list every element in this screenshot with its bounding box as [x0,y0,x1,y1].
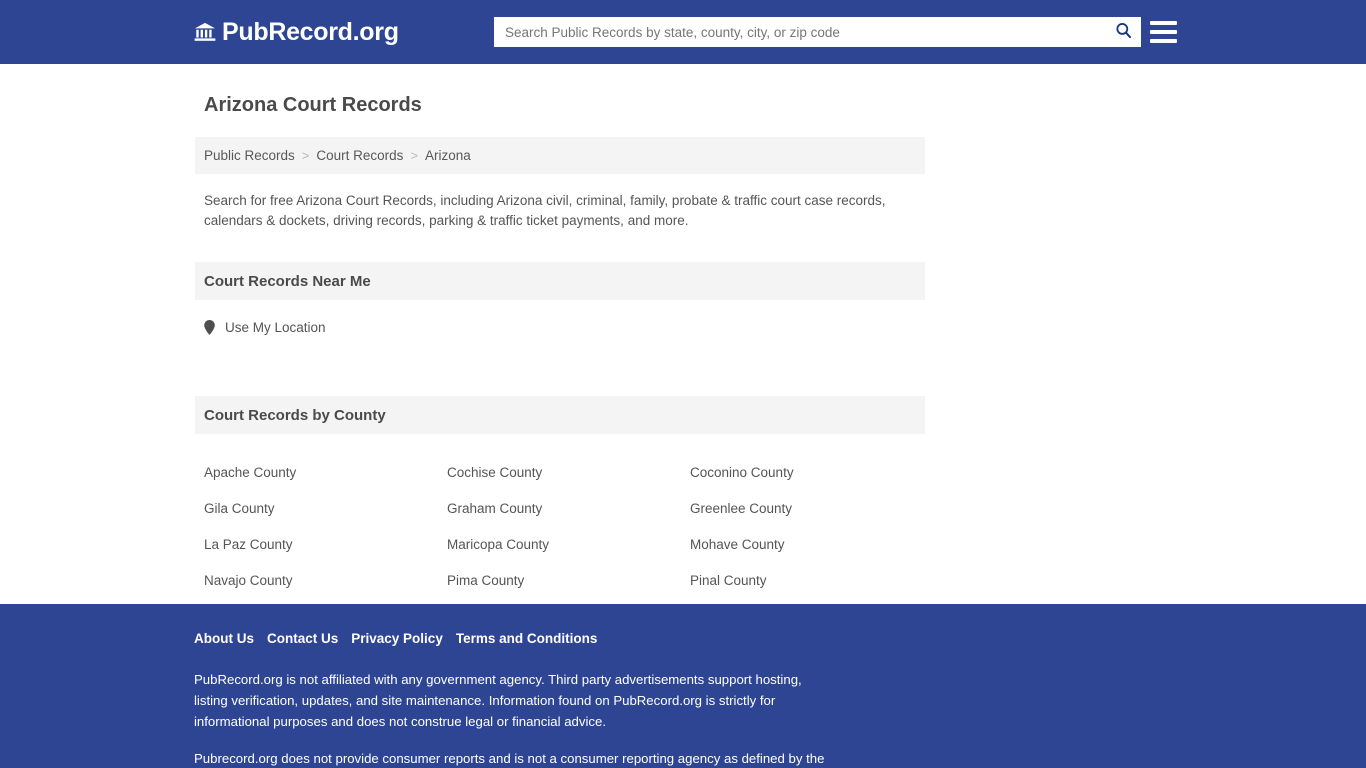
near-me-body: Use My Location [195,300,925,365]
county-link-greenlee[interactable]: Greenlee County [690,491,933,527]
footer-disclaimer-fcra: Pubrecord.org does not provide consumer … [194,751,825,767]
breadcrumb-separator: > [301,148,310,163]
use-my-location-link[interactable]: Use My Location [204,320,326,335]
search-button[interactable] [1105,17,1141,47]
breadcrumb-item-court-records[interactable]: Court Records [316,148,403,163]
map-pin-icon [204,320,215,335]
county-link-coconino[interactable]: Coconino County [690,455,933,491]
county-link-pinal[interactable]: Pinal County [690,563,933,599]
footer-link-privacy-policy[interactable]: Privacy Policy [351,631,443,646]
county-link-apache[interactable]: Apache County [204,455,447,491]
breadcrumb-item-public-records[interactable]: Public Records [204,148,295,163]
breadcrumb-item-arizona: Arizona [425,148,471,163]
site-logo-text: PubRecord.org [222,18,399,46]
main-content: Arizona Court Records Public Records > C… [0,64,1366,624]
breadcrumb: Public Records > Court Records > Arizona [195,137,925,174]
site-header: PubRecord.org [0,0,1366,64]
footer-inner: About Us Contact Us Privacy Policy Terms… [0,604,1366,766]
site-footer: About Us Contact Us Privacy Policy Terms… [0,604,1366,768]
search-icon [1114,21,1133,43]
footer-disclaimer: PubRecord.org is not affiliated with any… [194,672,802,730]
county-link-navajo[interactable]: Navajo County [204,563,447,599]
footer-link-terms-and-conditions[interactable]: Terms and Conditions [456,631,598,646]
menu-bar-3 [1150,39,1177,43]
section-heading-near-me: Court Records Near Me [195,262,925,300]
site-logo[interactable]: PubRecord.org [194,18,399,46]
county-link-graham[interactable]: Graham County [447,491,690,527]
breadcrumb-separator: > [410,148,419,163]
hamburger-menu-icon[interactable] [1150,18,1177,46]
footer-link-about-us[interactable]: About Us [194,631,254,646]
footer-links: About Us Contact Us Privacy Policy Terms… [194,631,597,646]
menu-bar-2 [1150,30,1177,34]
footer-link-contact-us[interactable]: Contact Us [267,631,338,646]
county-link-la-paz[interactable]: La Paz County [204,527,447,563]
search-input[interactable] [494,18,1105,46]
county-link-cochise[interactable]: Cochise County [447,455,690,491]
page-title: Arizona Court Records [204,94,422,116]
county-link-mohave[interactable]: Mohave County [690,527,933,563]
search-bar [494,17,1141,47]
section-heading-by-county: Court Records by County [195,396,925,434]
county-link-pima[interactable]: Pima County [447,563,690,599]
bank-building-icon [194,21,216,43]
page-description: Search for free Arizona Court Records, i… [204,193,886,228]
content-container: Arizona Court Records Public Records > C… [195,64,925,635]
county-link-gila[interactable]: Gila County [204,491,447,527]
menu-bar-1 [1150,21,1177,25]
county-link-maricopa[interactable]: Maricopa County [447,527,690,563]
use-my-location-label: Use My Location [225,320,326,335]
